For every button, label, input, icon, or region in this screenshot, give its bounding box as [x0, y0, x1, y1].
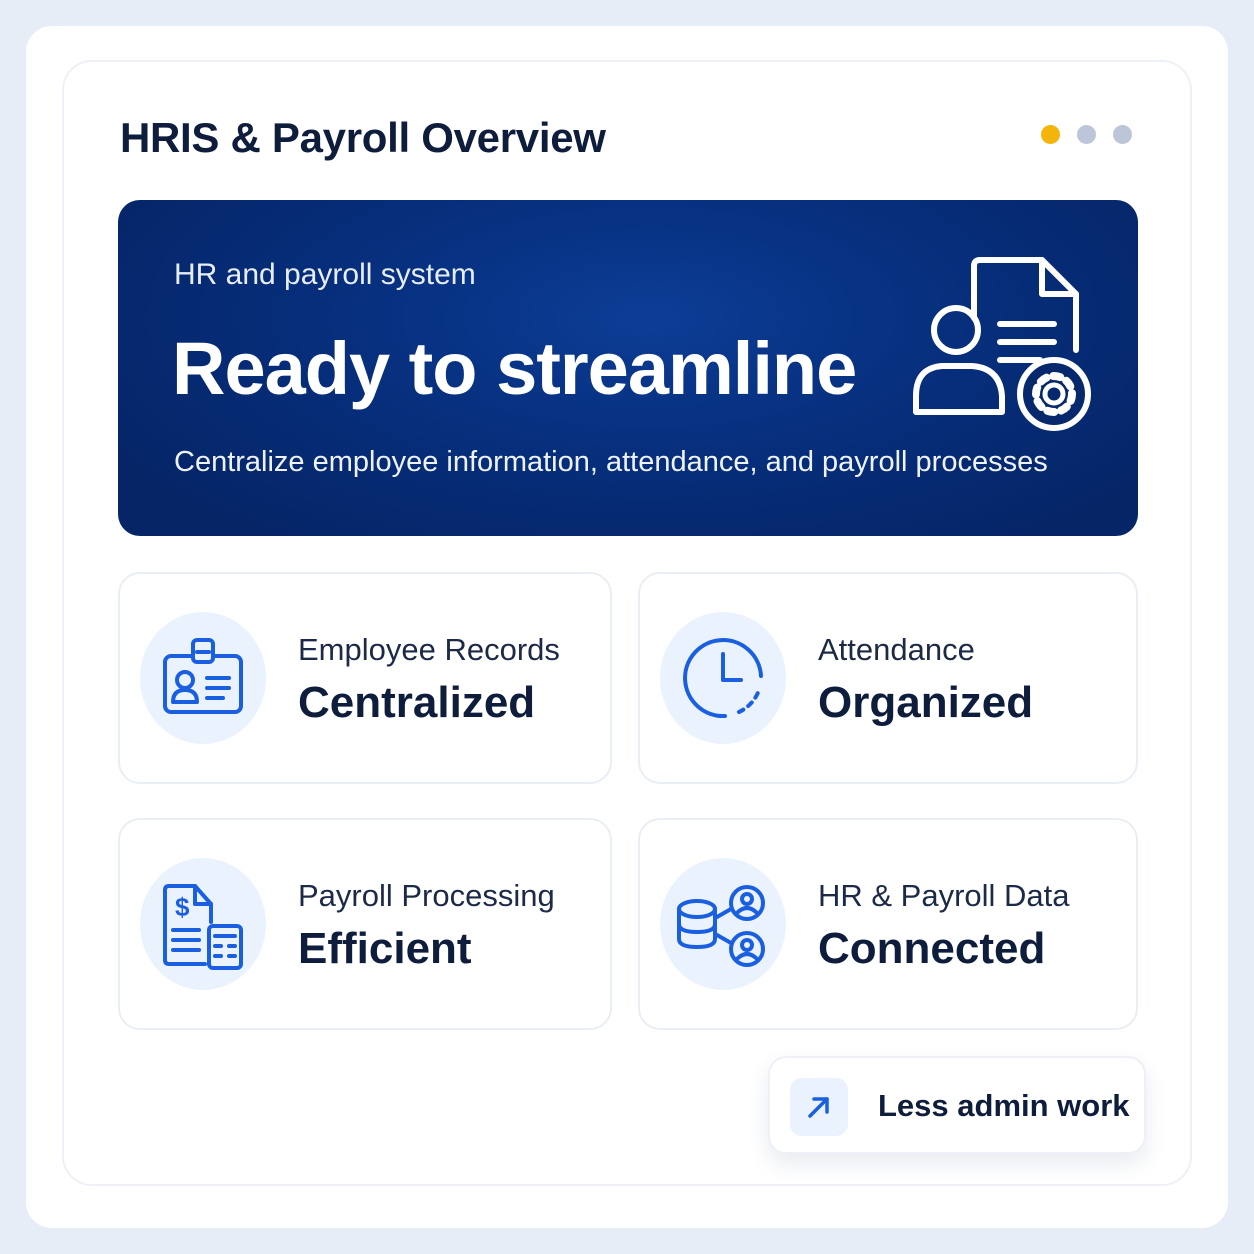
hero-description: Centralize employee information, attenda…	[174, 446, 1048, 478]
tile-hr-payroll-data[interactable]: HR & Payroll Data Connected	[638, 818, 1138, 1030]
arrow-up-right-icon-box	[790, 1078, 848, 1136]
clock-icon-circle	[660, 612, 786, 744]
arrow-up-right-icon	[808, 1097, 829, 1118]
tile-value: Connected	[818, 924, 1046, 973]
pager-dots	[1041, 125, 1132, 144]
database-users-icon	[677, 885, 765, 967]
tile-employee-records[interactable]: Employee Records Centralized	[118, 572, 612, 784]
id-badge-icon-circle	[140, 612, 266, 744]
hero-headline: Ready to streamline	[172, 327, 857, 410]
tile-label: Attendance	[818, 632, 975, 667]
overview-card: HRIS & Payroll Overview HR and payroll s…	[62, 60, 1192, 1186]
tile-value: Efficient	[298, 924, 472, 973]
page-title: HRIS & Payroll Overview	[120, 114, 606, 161]
svg-text:$: $	[175, 892, 190, 922]
clock-icon	[683, 638, 763, 719]
database-users-icon-circle	[660, 858, 786, 990]
badge-text: Less admin work	[878, 1088, 1130, 1123]
tile-label: Payroll Processing	[298, 878, 555, 913]
less-admin-work-badge[interactable]: Less admin work	[768, 1056, 1146, 1154]
pager-dot-2[interactable]	[1077, 125, 1096, 144]
outer-frame: HRIS & Payroll Overview HR and payroll s…	[26, 26, 1228, 1228]
employee-document-settings-icon	[913, 257, 1091, 431]
tile-label: Employee Records	[298, 632, 560, 667]
tile-label: HR & Payroll Data	[818, 878, 1070, 913]
pager-dot-1[interactable]	[1041, 125, 1060, 144]
tile-payroll-processing[interactable]: $ Payroll Processing Efficient	[118, 818, 612, 1030]
tile-value: Organized	[818, 678, 1034, 727]
tile-attendance[interactable]: Attendance Organized	[638, 572, 1138, 784]
pager-dot-3[interactable]	[1113, 125, 1132, 144]
hero-banner: HR and payroll system Ready to streamlin…	[118, 200, 1138, 536]
tile-value: Centralized	[298, 678, 536, 727]
payroll-calculator-icon-circle: $	[140, 858, 266, 990]
id-badge-icon	[163, 638, 243, 714]
hero-kicker: HR and payroll system	[174, 258, 476, 291]
payroll-calculator-icon: $	[163, 884, 243, 970]
